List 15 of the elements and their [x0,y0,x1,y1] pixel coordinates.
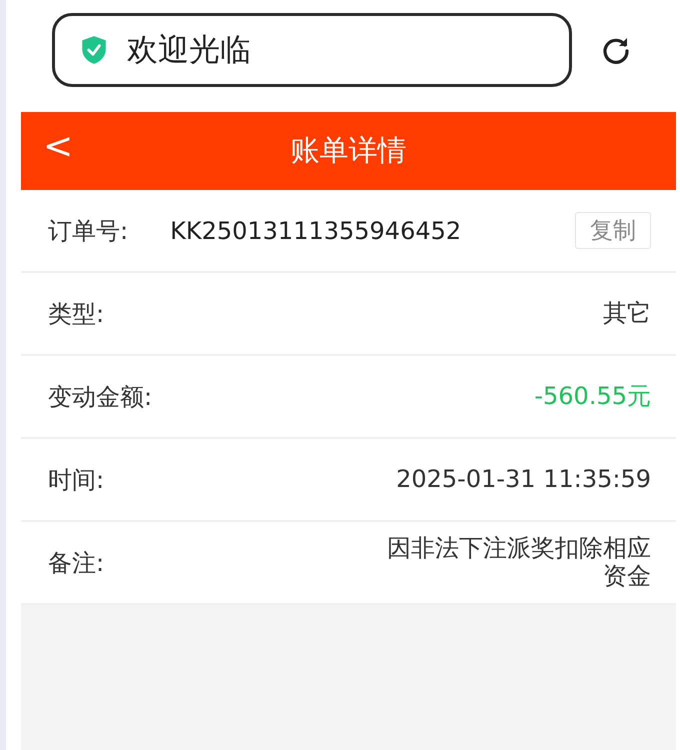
back-button[interactable]: < [37,126,80,167]
field-value: -560.55元 [533,382,651,410]
field-value: 因非法下注派奖扣除相应资金 [386,534,651,590]
field-value: 其它 [602,300,651,328]
field-value: KK25013111355946452 [170,216,462,244]
field-label: 变动金额: [48,382,152,412]
field-label: 类型: [48,298,104,330]
shield-check-icon [81,35,107,65]
address-bar[interactable]: 欢迎光临 [52,13,572,87]
page-title: 账单详情 [290,132,406,169]
field-label: 时间: [48,464,104,496]
copy-button[interactable]: 复制 [575,212,651,249]
field-label: 订单号: [48,216,128,246]
field-value: 2025-01-31 11:35:59 [395,466,651,494]
field-label: 备注: [48,548,104,578]
